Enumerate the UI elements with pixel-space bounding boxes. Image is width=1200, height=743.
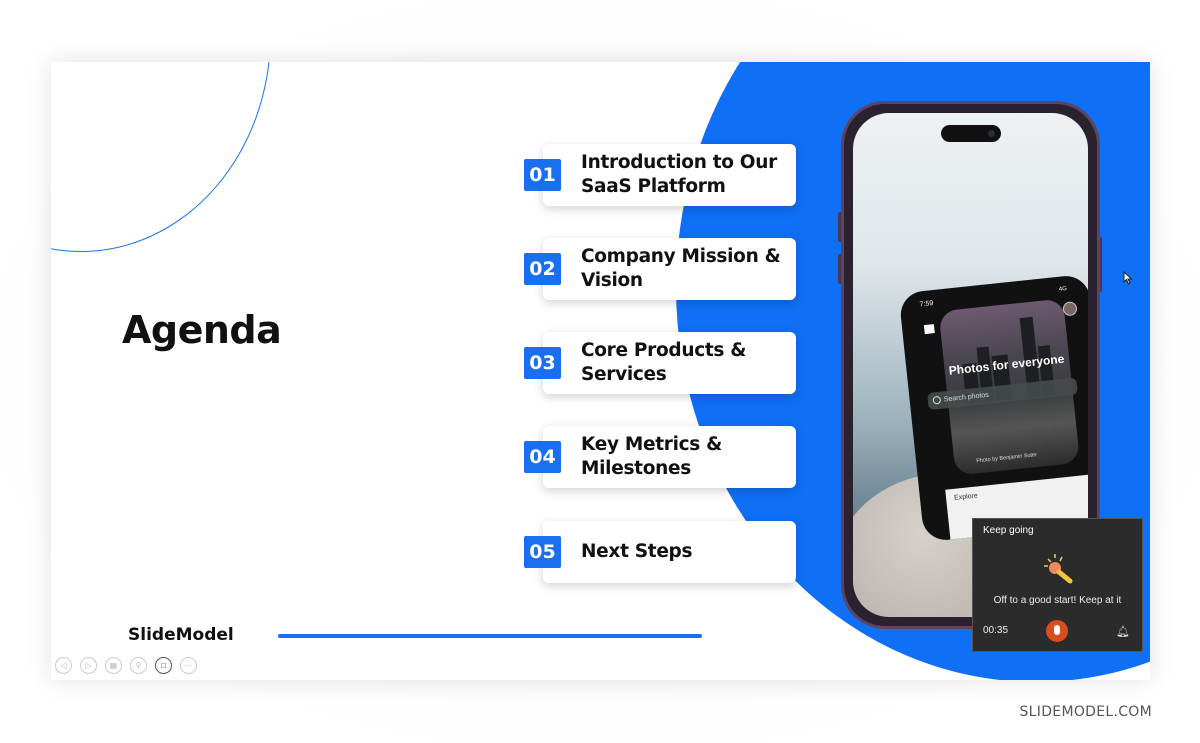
decorative-circle-outline [51,62,271,252]
watermark: SLIDEMODEL.COM [1019,704,1152,720]
search-placeholder: Search photos [943,391,990,404]
toast-title: Keep going [983,525,1034,536]
toast-message: Off to a good start! Keep at it [993,595,1122,606]
agenda-label: Next Steps [581,541,693,562]
agenda-item: 05 Next Steps [524,521,797,583]
agenda-number: 04 [524,441,561,473]
mouse-cursor-icon [1123,271,1133,285]
agenda-item: 01 Introduction to Our SaaS Platform [524,144,797,206]
agenda-number: 01 [524,159,561,191]
camera-icon [988,130,995,137]
agenda-label: Introduction to Our SaaS Platform [581,152,777,197]
presenter-controls: ◁ ▷ ▦ ⚲ □ ⋯ [55,657,197,674]
notification-bell-icon[interactable]: 🔔︎ [1116,625,1130,638]
microphone-button[interactable] [1046,620,1068,642]
agenda-number: 03 [524,347,561,379]
zoom-button[interactable]: ⚲ [130,657,147,674]
status-time: 7:59 [919,300,934,309]
dynamic-island [941,125,1001,142]
previous-slide-button[interactable]: ◁ [55,657,72,674]
agenda-number: 05 [524,536,561,568]
next-slide-button[interactable]: ▷ [80,657,97,674]
rehearsal-coach-toast: Keep going Off to a good start! Keep at … [972,518,1143,652]
app-logo-icon [923,324,935,335]
see-all-slides-button[interactable]: ▦ [105,657,122,674]
agenda-item: 02 Company Mission & Vision [524,238,797,300]
slide-title: Agenda [122,308,282,352]
agenda-item: 04 Key Metrics & Milestones [524,426,797,488]
agenda-label: Core Products & Services [581,340,747,385]
avatar [1062,301,1078,317]
status-signal: 4G [1058,285,1068,293]
agenda-number: 02 [524,253,561,285]
camera-toggle-button[interactable]: □ [155,657,172,674]
more-options-button[interactable]: ⋯ [180,657,197,674]
rehearsal-timer: 00:35 [983,625,1009,636]
agenda-item: 03 Core Products & Services [524,332,797,394]
agenda-label: Key Metrics & Milestones [581,434,722,479]
brand-underline [278,634,702,638]
microphone-celebration-icon [1044,554,1073,584]
brand-name: SlideModel [128,625,234,645]
inner-phone-image: 7:59 4G Photos for everyone Search photo… [898,273,1088,543]
agenda-label: Company Mission & Vision [581,246,781,291]
search-icon [932,395,942,405]
